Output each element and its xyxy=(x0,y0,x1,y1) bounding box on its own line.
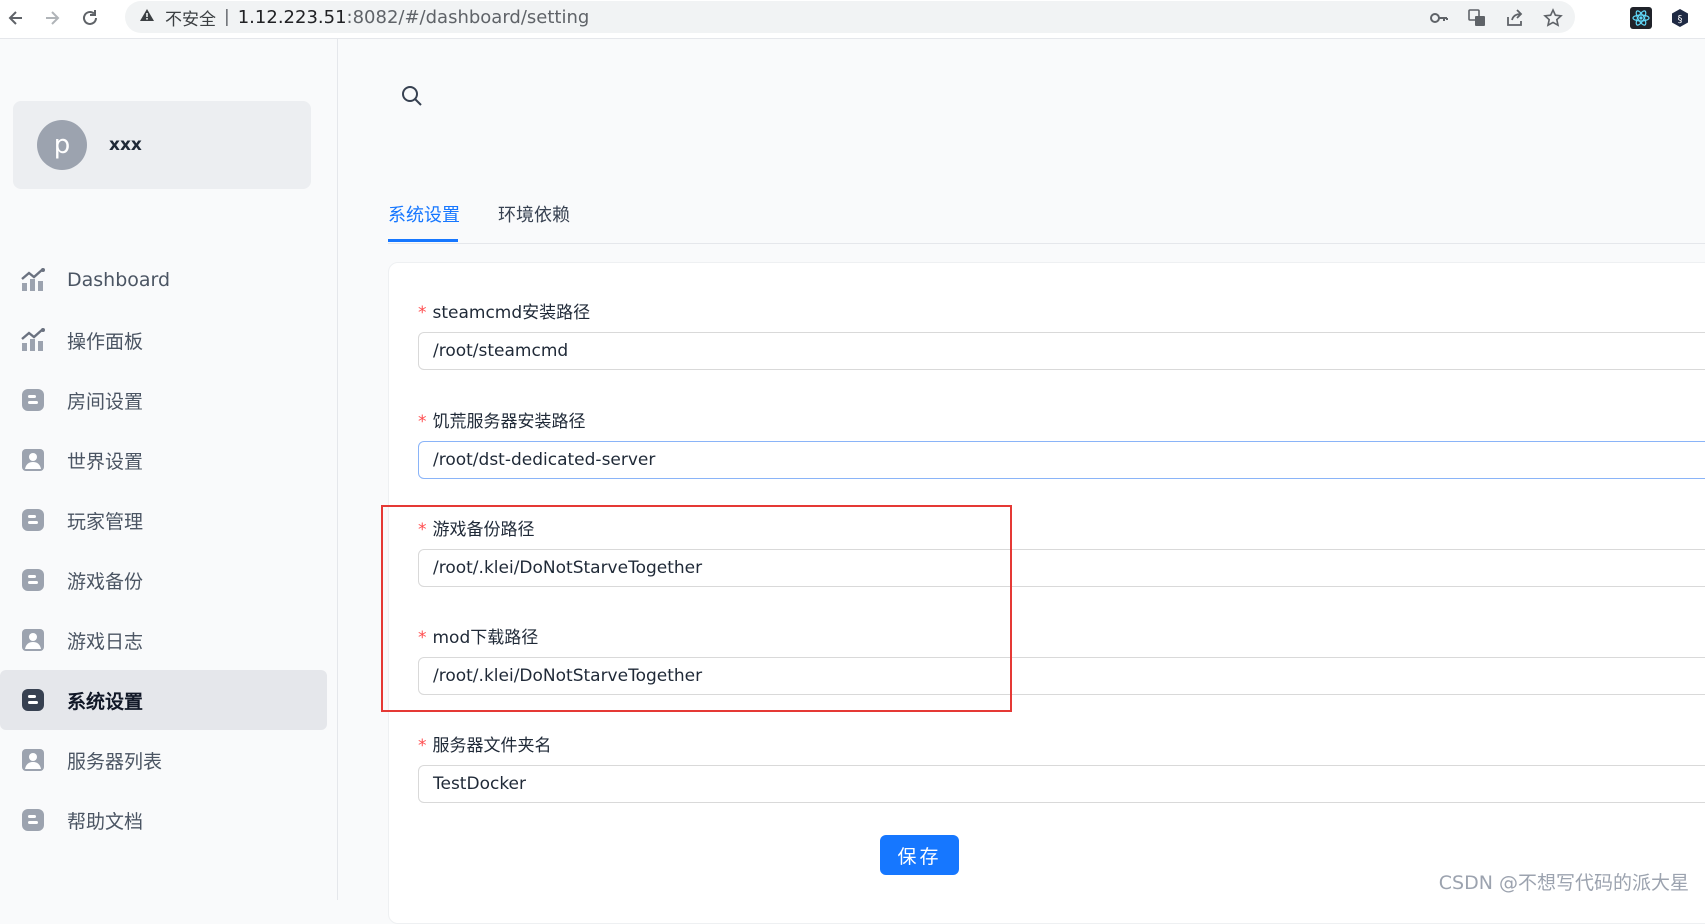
chart-icon xyxy=(20,327,46,353)
sidebar-item-label: 操作面板 xyxy=(67,330,144,353)
user-name: xxx xyxy=(109,135,142,155)
browser-toolbar: 不安全 | 1.12.223.51:8082/#/dashboard/setti… xyxy=(0,0,1705,39)
blog-icon xyxy=(20,807,46,833)
sidebar-item-3[interactable]: 世界设置 xyxy=(0,430,327,490)
search-icon[interactable] xyxy=(400,84,424,108)
sidebar-item-5[interactable]: 游戏备份 xyxy=(0,550,327,610)
reload-icon[interactable] xyxy=(76,4,104,32)
sidebar-item-label: 服务器列表 xyxy=(67,750,163,773)
sidebar-item-8[interactable]: 服务器列表 xyxy=(0,730,327,790)
label-text: 服务器文件夹名 xyxy=(432,736,552,756)
key-icon[interactable] xyxy=(1427,6,1451,30)
sidebar-item-label: 游戏日志 xyxy=(67,630,144,653)
svg-text:§: § xyxy=(1678,14,1683,25)
blog-icon xyxy=(20,387,46,413)
sidebar-item-label: 帮助文档 xyxy=(67,810,144,833)
sidebar-item-label: 房间设置 xyxy=(67,390,144,413)
required-mark: * xyxy=(418,303,427,323)
react-devtools-icon[interactable] xyxy=(1629,6,1653,30)
label-text: steamcmd安装路径 xyxy=(432,303,591,323)
sidebar-item-7[interactable]: 系统设置 xyxy=(0,670,327,730)
annotation-highlight-box xyxy=(381,505,1012,712)
tab-environment[interactable]: 环境依赖 xyxy=(498,201,570,227)
save-button[interactable]: 保存 xyxy=(880,835,959,875)
back-icon[interactable] xyxy=(2,4,30,32)
blog-icon xyxy=(20,687,46,713)
url-host: 1.12.223.51 xyxy=(237,6,347,28)
sidebar-item-label: Dashboard xyxy=(67,269,171,291)
tab-bar: 系统设置 环境依赖 xyxy=(388,195,1705,244)
user-icon xyxy=(20,627,46,653)
sidebar-item-label: 世界设置 xyxy=(67,450,144,473)
watermark: CSDN @不想写代码的派大星 xyxy=(1438,872,1689,894)
blog-icon xyxy=(20,507,46,533)
steamcmd-path-input[interactable]: /root/steamcmd xyxy=(418,332,1705,370)
dst-server-path-input[interactable]: /root/dst-dedicated-server xyxy=(418,441,1705,479)
sidebar-item-6[interactable]: 游戏日志 xyxy=(0,610,327,670)
sidebar-item-1[interactable]: 操作面板 xyxy=(0,310,327,370)
sidebar-menu: Dashboard 操作面板房间设置世界设置玩家管理游戏备份游戏日志系统设置服务器… xyxy=(0,250,327,850)
url-text: 1.12.223.51:8082/#/dashboard/setting xyxy=(238,7,590,28)
field-label-steamcmd: * steamcmd安装路径 xyxy=(418,298,590,323)
insecure-label: 不安全 xyxy=(165,9,216,30)
sidebar-item-label: 系统设置 xyxy=(67,690,144,713)
tab-system-settings[interactable]: 系统设置 xyxy=(388,201,460,227)
sidebar-item-9[interactable]: 帮助文档 xyxy=(0,790,327,850)
sidebar-item-label: 玩家管理 xyxy=(67,510,144,533)
sidebar: p xxx Dashboard 操作面板房间设置世界设置玩家管理游戏备份游戏日志系… xyxy=(0,39,338,900)
url-separator: | xyxy=(224,7,230,27)
share-icon[interactable] xyxy=(1503,6,1527,30)
url-path: :8082/#/dashboard/setting xyxy=(346,6,590,28)
blog-icon xyxy=(20,567,46,593)
field-label-folder: * 服务器文件夹名 xyxy=(418,731,552,756)
server-folder-input[interactable]: TestDocker xyxy=(418,765,1705,803)
sidebar-item-2[interactable]: 房间设置 xyxy=(0,370,327,430)
chart-icon xyxy=(20,267,46,293)
user-icon xyxy=(20,747,46,773)
active-tab-indicator xyxy=(388,239,458,242)
translate-icon[interactable] xyxy=(1465,6,1489,30)
star-icon[interactable] xyxy=(1541,6,1565,30)
sidebar-item-label: 游戏备份 xyxy=(67,570,144,593)
required-mark: * xyxy=(418,736,427,756)
avatar: p xyxy=(37,120,87,170)
label-text: 饥荒服务器安装路径 xyxy=(432,412,586,432)
user-card[interactable]: p xxx xyxy=(13,101,311,189)
field-label-dst-server: * 饥荒服务器安装路径 xyxy=(418,407,586,432)
extension-icon[interactable]: § xyxy=(1668,6,1692,30)
required-mark: * xyxy=(418,412,427,432)
forward-icon[interactable] xyxy=(38,4,66,32)
sidebar-item-0[interactable]: Dashboard xyxy=(0,250,327,310)
address-bar[interactable]: 不安全 | 1.12.223.51:8082/#/dashboard/setti… xyxy=(125,1,1575,33)
sidebar-item-4[interactable]: 玩家管理 xyxy=(0,490,327,550)
warning-icon xyxy=(139,8,155,26)
browser-actions xyxy=(1427,6,1565,30)
user-icon xyxy=(20,447,46,473)
